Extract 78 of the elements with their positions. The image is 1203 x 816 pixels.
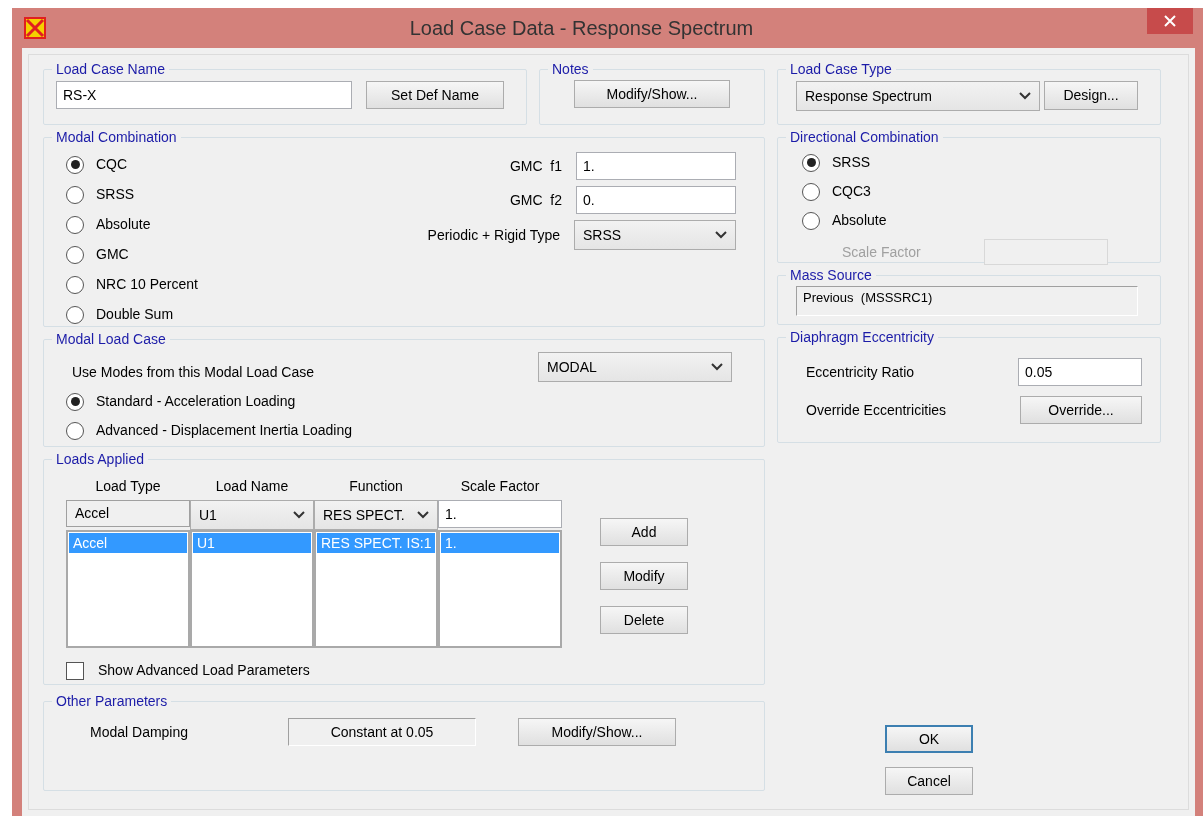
radio-button[interactable]: [66, 392, 84, 411]
column-header: Load Name: [214, 477, 290, 496]
readonly-field: Constant at 0.05: [288, 718, 476, 746]
push-button[interactable]: OK: [885, 725, 973, 753]
close-button[interactable]: [1147, 8, 1193, 34]
chevron-down-icon: [711, 363, 723, 371]
column-header: Load Type: [94, 477, 162, 496]
radio-button[interactable]: [802, 211, 820, 230]
input-field[interactable]: 1.: [576, 152, 736, 180]
radio-label: CQC3: [832, 182, 871, 201]
field-label: Scale Factor: [841, 242, 921, 262]
group-title: Load Case Name: [55, 60, 166, 79]
field-label: Modal Damping: [90, 722, 190, 742]
radio-button[interactable]: [66, 245, 84, 264]
field-label: Eccentricity Ratio: [806, 362, 915, 382]
radio-label: Absolute: [832, 211, 887, 230]
chevron-down-icon: [715, 231, 727, 239]
group-title: Other Parameters: [55, 692, 169, 711]
dropdown[interactable]: Response Spectrum: [796, 81, 1040, 111]
radio-label: GMC: [96, 245, 129, 264]
readonly-field: Previous (MSSSRC1): [796, 286, 1138, 316]
group-title: Notes: [551, 60, 590, 79]
radio-label: Absolute: [96, 215, 151, 234]
radio-button[interactable]: [802, 182, 820, 201]
radio-button[interactable]: [66, 215, 84, 234]
radio-button[interactable]: [66, 275, 84, 294]
radio-button[interactable]: [66, 421, 84, 440]
radio-label: Standard - Acceleration Loading: [96, 392, 296, 411]
name-field[interactable]: RS-X: [56, 81, 352, 109]
chevron-down-icon: [417, 511, 429, 519]
radio-label: Double Sum: [96, 305, 174, 324]
radio-button[interactable]: [802, 153, 820, 172]
app-logo-icon: [24, 17, 46, 39]
field-label: Periodic + Rigid Type: [427, 225, 560, 245]
radio-button[interactable]: [66, 155, 84, 174]
dropdown[interactable]: MODAL: [538, 352, 732, 382]
push-button[interactable]: Design...: [1044, 81, 1138, 110]
input-field[interactable]: 1.: [438, 500, 562, 528]
input-field[interactable]: 0.05: [1018, 358, 1142, 386]
window-title: Load Case Data - Response Spectrum: [408, 16, 755, 41]
dropdown[interactable]: RES SPECT.: [314, 500, 438, 530]
radio-button[interactable]: [66, 305, 84, 324]
group-title: Modal Load Case: [55, 330, 167, 349]
table-cell: Accel: [66, 500, 190, 527]
chevron-down-icon: [293, 511, 305, 519]
dropdown[interactable]: U1: [190, 500, 314, 530]
group-title: Diaphragm Eccentricity: [789, 328, 935, 347]
column-header: Function: [348, 477, 404, 496]
group-title: Modal Combination: [55, 128, 178, 147]
radio-button[interactable]: [66, 185, 84, 204]
field-label: GMC f2: [509, 190, 562, 210]
push-button[interactable]: Override...: [1020, 396, 1142, 424]
group-title: Loads Applied: [55, 450, 145, 469]
radio-label: SRSS: [832, 153, 871, 172]
push-button[interactable]: Delete: [600, 606, 688, 634]
column-header: Scale Factor: [459, 477, 541, 496]
field-label: Use Modes from this Modal Load Case: [71, 363, 315, 382]
push-button[interactable]: Cancel: [885, 767, 973, 795]
push-button[interactable]: Modify: [600, 562, 688, 590]
field-label: GMC f1: [509, 156, 562, 176]
push-button[interactable]: Set Def Name: [366, 81, 504, 109]
field-label: Override Eccentricities: [806, 400, 947, 420]
push-button[interactable]: Modify/Show...: [574, 80, 730, 108]
checkbox[interactable]: [66, 661, 84, 680]
radio-label: Advanced - Displacement Inertia Loading: [96, 421, 353, 440]
radio-label: NRC 10 Percent: [96, 275, 198, 294]
chevron-down-icon: [1019, 92, 1031, 100]
radio-label: CQC: [96, 155, 128, 174]
input-field[interactable]: 0.: [576, 186, 736, 214]
close-icon: [1164, 15, 1176, 27]
group-title: Mass Source: [789, 266, 873, 285]
dropdown[interactable]: SRSS: [574, 220, 736, 250]
checkbox-label: Show Advanced Load Parameters: [98, 661, 310, 680]
radio-label: SRSS: [96, 185, 135, 204]
push-button[interactable]: Modify/Show...: [518, 718, 676, 746]
push-button[interactable]: Add: [600, 518, 688, 546]
group-title: Directional Combination: [789, 128, 940, 147]
group-title: Load Case Type: [789, 60, 893, 79]
